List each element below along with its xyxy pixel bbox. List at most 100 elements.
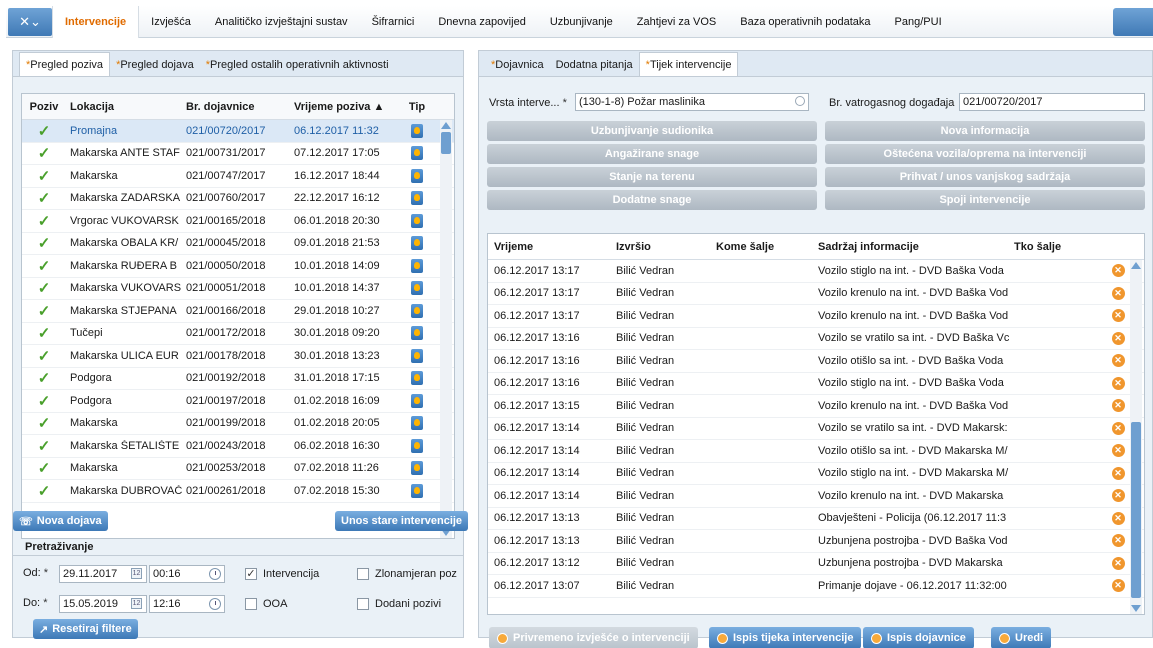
menu-item[interactable]: Zahtjevi za VOS bbox=[625, 7, 728, 37]
clock-icon[interactable] bbox=[209, 568, 221, 580]
subtab[interactable]: * Dojavnica bbox=[485, 54, 550, 76]
menu-item[interactable]: Analitičko izvještajni sustav bbox=[203, 7, 360, 37]
unos-stare-intervencije-button[interactable]: Unos stare intervencije bbox=[335, 511, 469, 531]
table-row[interactable]: 06.12.2017 13:14 Bilić Vedran Vozilo se vr… bbox=[488, 418, 1144, 440]
dodani-pozivi-checkbox[interactable] bbox=[357, 598, 369, 610]
tijek-grid-scrollbar[interactable] bbox=[1130, 260, 1142, 614]
table-row[interactable]: ✓ Makarska 021/00199/2018 01.02.2018 20:05 bbox=[22, 413, 454, 435]
table-row[interactable]: 06.12.2017 13:12 Bilić Vedran Uzbunjena po… bbox=[488, 553, 1144, 575]
action-button[interactable]: Dodatne snage bbox=[487, 190, 817, 210]
col-kome-salje[interactable]: Kome šalje bbox=[712, 241, 814, 253]
table-row[interactable]: 06.12.2017 13:13 Bilić Vedran Obavješteni … bbox=[488, 508, 1144, 530]
col-sadrzaj[interactable]: Sadržaj informacije bbox=[814, 241, 1010, 253]
bottom-action-button[interactable]: Ispis dojavnice bbox=[863, 627, 974, 648]
col-tko-salje[interactable]: Tko šalje bbox=[1010, 241, 1106, 253]
scroll-down-icon[interactable] bbox=[1131, 605, 1141, 612]
action-button[interactable]: Uzbunjivanje sudionika bbox=[487, 121, 817, 141]
subtab[interactable]: * Pregled poziva bbox=[19, 52, 111, 76]
zlonamjeran-checkbox[interactable] bbox=[357, 568, 369, 580]
table-row[interactable]: ✓ Makarska ANTE STAF 021/00731/2017 07.12.2… bbox=[22, 143, 454, 165]
nova-dojava-button[interactable]: ☏ Nova dojava bbox=[13, 511, 108, 531]
close-icon[interactable]: ✕ bbox=[1111, 331, 1125, 345]
calls-grid-scrollbar[interactable] bbox=[440, 120, 452, 538]
table-row[interactable]: 06.12.2017 13:17 Bilić Vedran Vozilo krenu… bbox=[488, 283, 1144, 305]
scroll-up-icon[interactable] bbox=[1131, 262, 1141, 269]
table-row[interactable]: ✓ Makarska ZADARSKA 021/00760/2017 22.12.20… bbox=[22, 188, 454, 210]
bottom-action-button[interactable]: Privremeno izvješće o intervenciji bbox=[489, 627, 698, 648]
table-row[interactable]: 06.12.2017 13:16 Bilić Vedran Vozilo stigl… bbox=[488, 373, 1144, 395]
table-row[interactable]: 06.12.2017 13:14 Bilić Vedran Vozilo otišl… bbox=[488, 440, 1144, 463]
subtab[interactable]: * Tijek intervencije bbox=[638, 52, 739, 76]
calendar-icon[interactable]: 12 bbox=[131, 598, 142, 609]
close-icon[interactable]: ✕ bbox=[1111, 421, 1125, 435]
calendar-icon[interactable]: 12 bbox=[131, 568, 142, 579]
table-row[interactable]: 06.12.2017 13:17 Bilić Vedran Vozilo krenu… bbox=[488, 305, 1144, 328]
menu-item[interactable]: Izvješća bbox=[139, 7, 203, 37]
ooa-checkbox[interactable] bbox=[245, 598, 257, 610]
close-icon[interactable]: ✕ bbox=[1111, 399, 1125, 413]
wrench-icon[interactable]: ✕⌄ bbox=[8, 7, 52, 36]
vrsta-intervencije-input[interactable]: (130-1-8) Požar maslinika bbox=[575, 93, 809, 111]
subtab[interactable]: * Pregled dojava bbox=[110, 54, 200, 76]
table-row[interactable]: ✓ Podgora 021/00192/2018 31.01.2018 17:15 bbox=[22, 368, 454, 390]
table-row[interactable]: 06.12.2017 13:17 Bilić Vedran Vozilo stigl… bbox=[488, 260, 1144, 283]
action-button[interactable]: Oštećena vozila/oprema na intervenciji bbox=[825, 144, 1145, 164]
table-row[interactable]: 06.12.2017 13:16 Bilić Vedran Vozilo otišl… bbox=[488, 350, 1144, 373]
bottom-action-button[interactable]: Ispis tijeka intervencije bbox=[709, 627, 862, 648]
col-poziv[interactable]: Poziv bbox=[22, 101, 66, 113]
close-icon[interactable]: ✕ bbox=[1111, 286, 1125, 300]
table-row[interactable]: 06.12.2017 13:07 Bilić Vedran Primanje doj… bbox=[488, 575, 1144, 598]
subtab[interactable]: * Pregled ostalih operativnih aktivnosti bbox=[200, 54, 395, 76]
user-menu-button[interactable] bbox=[1113, 8, 1153, 36]
close-icon[interactable]: ✕ bbox=[1111, 579, 1125, 593]
scroll-thumb[interactable] bbox=[1131, 422, 1141, 598]
br-vatrogasnog-input[interactable]: 021/00720/2017 bbox=[959, 93, 1145, 111]
close-icon[interactable]: ✕ bbox=[1111, 444, 1125, 458]
close-icon[interactable]: ✕ bbox=[1111, 354, 1125, 368]
menu-item[interactable]: Dnevna zapovijed bbox=[426, 7, 537, 37]
close-icon[interactable]: ✕ bbox=[1111, 376, 1125, 390]
table-row[interactable]: ✓ Podgora 021/00197/2018 01.02.2018 16:09 bbox=[22, 390, 454, 413]
action-button[interactable]: Prihvat / unos vanjskog sadržaja bbox=[825, 167, 1145, 187]
table-row[interactable]: ✓ Makarska 021/00747/2017 16.12.2017 18:44 bbox=[22, 165, 454, 188]
col-tip[interactable]: Tip bbox=[400, 101, 434, 113]
close-icon[interactable]: ✕ bbox=[1111, 534, 1125, 548]
table-row[interactable]: 06.12.2017 13:16 Bilić Vedran Vozilo se vr… bbox=[488, 328, 1144, 350]
table-row[interactable]: ✓ Tučepi 021/00172/2018 30.01.2018 09:20 bbox=[22, 323, 454, 345]
table-row[interactable]: ✓ Makarska DUBROVAČ 021/00261/2018 07.02.20… bbox=[22, 480, 454, 503]
table-row[interactable]: ✓ Makarska 021/00253/2018 07.02.2018 11:26 bbox=[22, 458, 454, 480]
table-row[interactable]: 06.12.2017 13:14 Bilić Vedran Vozilo krenu… bbox=[488, 485, 1144, 508]
close-icon[interactable]: ✕ bbox=[1111, 511, 1125, 525]
action-button[interactable]: Nova informacija bbox=[825, 121, 1145, 141]
action-button[interactable]: Spoji intervencije bbox=[825, 190, 1145, 210]
action-button[interactable]: Angažirane snage bbox=[487, 144, 817, 164]
intervencija-checkbox[interactable]: ✓ bbox=[245, 568, 257, 580]
subtab[interactable]: Dodatna pitanja bbox=[550, 54, 639, 76]
col-lokacija[interactable]: Lokacija bbox=[66, 101, 182, 113]
table-row[interactable]: ✓ Makarska STJEPANA 021/00166/2018 29.01.20… bbox=[22, 300, 454, 323]
menu-item[interactable]: Baza operativnih podataka bbox=[728, 7, 882, 37]
col-vrijeme[interactable]: Vrijeme bbox=[488, 241, 612, 253]
search-icon[interactable] bbox=[795, 96, 805, 106]
table-row[interactable]: 06.12.2017 13:13 Bilić Vedran Uzbunjena po… bbox=[488, 530, 1144, 553]
close-icon[interactable]: ✕ bbox=[1111, 264, 1125, 278]
menu-item[interactable]: Intervencije bbox=[52, 5, 140, 38]
scroll-thumb[interactable] bbox=[441, 132, 451, 154]
table-row[interactable]: ✓ Makarska OBALA KR/021/00045/2018 09.01.2… bbox=[22, 233, 454, 255]
col-br-dojavnice[interactable]: Br. dojavnice bbox=[182, 101, 290, 113]
bottom-action-button[interactable]: Uredi bbox=[991, 627, 1052, 648]
table-row[interactable]: ✓ Promajna 021/00720/2017 06.12.2017 11:32 bbox=[22, 120, 454, 143]
clock-icon[interactable] bbox=[209, 598, 221, 610]
close-icon[interactable]: ✕ bbox=[1111, 466, 1125, 480]
menu-item[interactable]: Uzbunjivanje bbox=[538, 7, 625, 37]
table-row[interactable]: 06.12.2017 13:15 Bilić Vedran Vozilo krenu… bbox=[488, 395, 1144, 418]
menu-item[interactable]: Šifrarnici bbox=[360, 7, 427, 37]
table-row[interactable]: ✓ Vrgorac VUKOVARSK 021/00165/2018 06.01.20… bbox=[22, 210, 454, 233]
table-row[interactable]: ✓ Makarska ULICA EUR 021/00178/2018 30.01.2… bbox=[22, 345, 454, 368]
close-icon[interactable]: ✕ bbox=[1111, 489, 1125, 503]
col-vrijeme-poziva[interactable]: Vrijeme poziva ▲ bbox=[290, 101, 400, 113]
menu-item[interactable]: Pang/PUI bbox=[883, 7, 954, 37]
table-row[interactable]: ✓ Makarska ŠETALIŠTE 021/00243/2018 06.02.2… bbox=[22, 435, 454, 458]
close-icon[interactable]: ✕ bbox=[1111, 556, 1125, 570]
resetiraj-filtere-button[interactable]: ↗ Resetiraj filtere bbox=[33, 619, 138, 639]
